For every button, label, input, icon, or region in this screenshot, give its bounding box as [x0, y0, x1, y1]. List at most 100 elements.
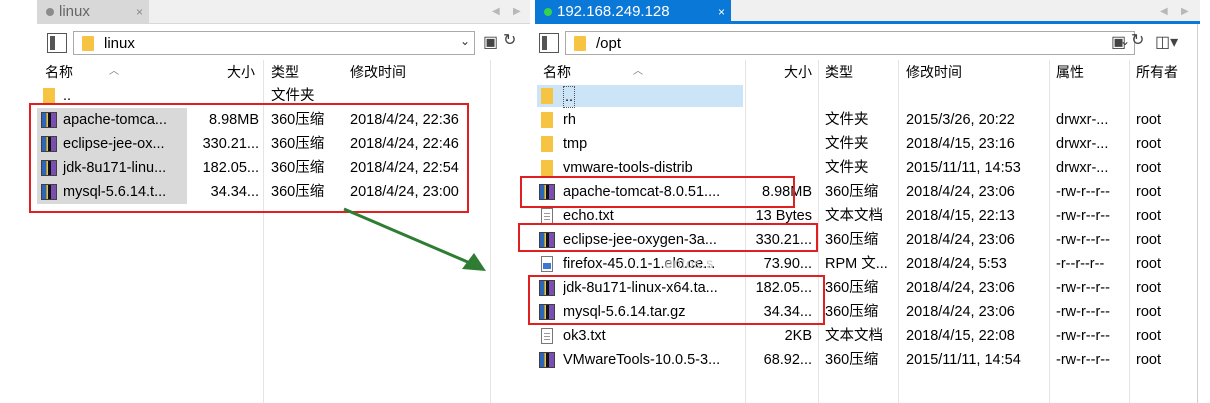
- column-header: 名称 ︿ 大小 类型 修改时间 属性 所有者: [535, 62, 1200, 82]
- path-text: linux: [104, 35, 135, 52]
- new-folder-icon[interactable]: ▣: [1111, 34, 1126, 52]
- tab-remote-host[interactable]: 192.168.249.128 ×: [535, 0, 731, 24]
- close-icon[interactable]: ×: [136, 0, 143, 24]
- column-type[interactable]: 类型: [271, 62, 299, 82]
- file-size: 182.05...: [755, 280, 812, 296]
- archive-icon: [41, 136, 57, 152]
- list-item[interactable]: jdk-8u171-linu... 182.05... 360压缩 2018/4…: [37, 156, 530, 180]
- list-item[interactable]: jdk-8u171-linux-x64.ta... 182.05... 360压缩 2…: [535, 276, 1200, 300]
- text-file-icon: [541, 208, 553, 224]
- column-name[interactable]: 名称: [45, 62, 73, 82]
- file-perm: -r--r--r--: [1056, 256, 1105, 272]
- file-name: rh: [563, 112, 576, 128]
- list-item[interactable]: .. 文件夹: [37, 84, 530, 108]
- file-type: 360压缩: [825, 304, 879, 320]
- tab-linux[interactable]: linux ×: [37, 0, 149, 24]
- text-file-icon: [541, 328, 553, 344]
- file-name: ok3.txt: [563, 328, 606, 344]
- column-owner[interactable]: 所有者: [1136, 62, 1178, 82]
- list-item[interactable]: echo.txt 13 Bytes 文本文档 2018/4/15, 22:13 -rw-…: [535, 204, 1200, 228]
- list-item[interactable]: eclipse-jee-ox... 330.21... 360压缩 2018/4…: [37, 132, 530, 156]
- list-item[interactable]: firefox-45.0.1-1.el6.ce... 73.90... RPM 文.…: [535, 252, 1200, 276]
- column-size[interactable]: 大小: [784, 62, 812, 82]
- column-name[interactable]: 名称: [543, 62, 571, 82]
- file-owner: root: [1136, 304, 1161, 320]
- path-combobox[interactable]: /opt ⌄: [565, 31, 1135, 55]
- file-perm: -rw-r--r--: [1056, 328, 1110, 344]
- connection-dot-icon: [544, 8, 552, 16]
- list-item[interactable]: ..: [535, 84, 1200, 108]
- file-type: 360压缩: [825, 280, 879, 296]
- list-item[interactable]: rh 文件夹 2015/3/26, 20:22 drwxr-... root: [535, 108, 1200, 132]
- list-item[interactable]: vmware-tools-distrib 文件夹 2015/11/11, 14:53…: [535, 156, 1200, 180]
- file-mtime: 2018/4/15, 22:13: [906, 208, 1015, 224]
- list-item[interactable]: tmp 文件夹 2018/4/15, 23:16 drwxr-... root: [535, 132, 1200, 156]
- rpm-file-icon: [541, 256, 553, 272]
- file-mtime: 2018/4/24, 23:06: [906, 304, 1015, 320]
- new-folder-icon[interactable]: ▣: [483, 34, 498, 52]
- watermark: entos.s: [665, 255, 714, 271]
- file-perm: -rw-r--r--: [1056, 304, 1110, 320]
- archive-icon: [539, 232, 555, 248]
- file-owner: root: [1136, 184, 1161, 200]
- view-mode-icon[interactable]: ◫▾: [1155, 34, 1178, 52]
- panel-toggle-icon[interactable]: [539, 33, 559, 53]
- file-type: 文件夹: [825, 160, 869, 176]
- list-item[interactable]: mysql-5.6.14.t... 34.34... 360压缩 2018/4/…: [37, 180, 530, 204]
- file-name: firefox-45.0.1-1.el6.ce...: [563, 256, 716, 272]
- tab-scroll-right-icon[interactable]: ▶: [1181, 0, 1189, 24]
- file-size: 73.90...: [763, 256, 812, 272]
- column-size[interactable]: 大小: [227, 62, 255, 82]
- list-item[interactable]: ok3.txt 2KB 文本文档 2018/4/15, 22:08 -rw-r--r--…: [535, 324, 1200, 348]
- file-size: 8.98MB: [762, 184, 812, 200]
- local-file-pane: linux × ◀ ▶ linux ⌄ ▣ ↻ 名称 ︿ 大小 类型 修改时间 …: [37, 0, 530, 403]
- file-name: vmware-tools-distrib: [563, 160, 693, 176]
- file-type: 360压缩: [825, 232, 879, 248]
- list-item[interactable]: apache-tomca... 8.98MB 360压缩 2018/4/24, …: [37, 108, 530, 132]
- path-combobox[interactable]: linux ⌄: [73, 31, 475, 55]
- list-item[interactable]: apache-tomcat-8.0.51.... 8.98MB 360压缩 2018/…: [535, 180, 1200, 204]
- panel-toggle-icon[interactable]: [47, 33, 67, 53]
- archive-icon: [41, 184, 57, 200]
- column-modified[interactable]: 修改时间: [350, 62, 406, 82]
- file-perm: -rw-r--r--: [1056, 184, 1110, 200]
- tab-scroll-left-icon[interactable]: ◀: [492, 0, 500, 24]
- file-owner: root: [1136, 352, 1161, 368]
- close-icon[interactable]: ×: [718, 0, 725, 24]
- tab-title: 192.168.249.128: [557, 3, 670, 20]
- file-size: 330.21...: [755, 232, 812, 248]
- file-owner: root: [1136, 136, 1161, 152]
- path-text: /opt: [596, 35, 622, 52]
- address-bar: /opt ⌄ ▣ ↻ ◫▾: [535, 31, 1200, 55]
- refresh-icon[interactable]: ↻: [1131, 32, 1144, 50]
- parent-folder-icon: [43, 88, 55, 104]
- sort-ascending-icon: ︿: [109, 66, 119, 77]
- folder-icon: [541, 112, 553, 128]
- folder-icon: [574, 36, 586, 51]
- file-type: 360压缩: [825, 352, 879, 368]
- file-name: apache-tomcat-8.0.51....: [563, 184, 721, 200]
- file-type: 文本文档: [825, 328, 883, 344]
- right-pane-border: [1197, 24, 1198, 403]
- list-item[interactable]: eclipse-jee-oxygen-3a... 330.21... 360压缩 20…: [535, 228, 1200, 252]
- folder-icon: [541, 160, 553, 176]
- tab-scroll-left-icon[interactable]: ◀: [1160, 0, 1168, 24]
- column-type[interactable]: 类型: [825, 62, 853, 82]
- column-permissions[interactable]: 属性: [1056, 62, 1084, 82]
- transfer-arrow-icon: [343, 207, 486, 271]
- connection-dot-icon: [46, 8, 54, 16]
- file-type: 文件夹: [825, 112, 869, 128]
- file-type: 360压缩: [825, 184, 879, 200]
- file-perm: drwxr-...: [1056, 136, 1109, 152]
- tab-scroll-right-icon[interactable]: ▶: [513, 0, 521, 24]
- column-modified[interactable]: 修改时间: [906, 62, 962, 82]
- list-item[interactable]: VMwareTools-10.0.5-3... 68.92... 360压缩 2015…: [535, 348, 1200, 372]
- file-type: RPM 文...: [825, 256, 888, 272]
- file-perm: -rw-r--r--: [1056, 208, 1110, 224]
- file-name: echo.txt: [563, 208, 614, 224]
- chevron-down-icon[interactable]: ⌄: [460, 34, 470, 48]
- refresh-icon[interactable]: ↻: [503, 32, 516, 50]
- list-item[interactable]: mysql-5.6.14.tar.gz 34.34... 360压缩 2018/4/2…: [535, 300, 1200, 324]
- file-mtime: 2018/4/24, 5:53: [906, 256, 1007, 272]
- file-mtime: 2018/4/24, 23:06: [906, 232, 1015, 248]
